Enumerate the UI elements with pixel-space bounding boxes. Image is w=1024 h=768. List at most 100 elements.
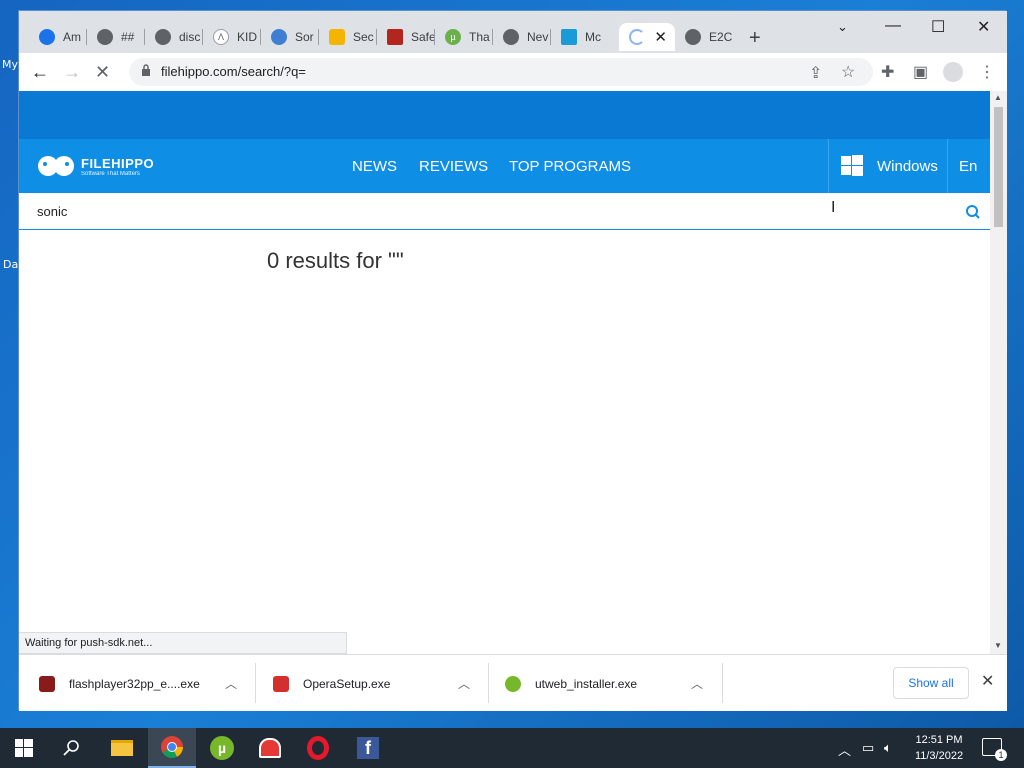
lock-icon — [142, 64, 150, 76]
network-icon[interactable]: ▭ — [862, 740, 874, 756]
nav-news[interactable]: NEWS — [352, 158, 397, 175]
desktop-icon-label[interactable]: Da — [3, 258, 18, 271]
tab-active[interactable]: ✕ — [619, 23, 675, 51]
close-shelf-icon[interactable]: ✕ — [981, 671, 994, 691]
chrome-icon — [161, 736, 183, 758]
browser-window: Am ## disc Λ KID Sor Sec Safe µ Tha Nev Mc… — [18, 10, 1007, 712]
tab-title: KID — [237, 30, 258, 44]
nav-reviews[interactable]: REVIEWS — [419, 158, 488, 175]
bookmark-star-icon[interactable]: ☆ — [841, 62, 855, 82]
windows-start-icon — [15, 739, 33, 757]
tab-favicon-icon — [39, 29, 55, 45]
globe-icon — [155, 29, 171, 45]
installer-taskbar-button[interactable] — [246, 728, 294, 768]
close-window-button[interactable]: ✕ — [977, 17, 990, 37]
share-icon[interactable]: ⇪ — [809, 63, 822, 83]
utorrent-file-icon — [505, 675, 521, 692]
notification-center-icon[interactable]: 1 — [982, 738, 1007, 761]
utorrent-taskbar-button[interactable]: µ — [198, 728, 246, 768]
download-item[interactable]: flashplayer32pp_e....exe ︿ — [39, 655, 254, 712]
forward-button[interactable]: → — [63, 62, 81, 83]
tab[interactable]: Am — [29, 23, 87, 51]
site-header: FILEHIPPO Software That Matters NEWS REV… — [19, 139, 990, 193]
chevron-up-icon[interactable]: ︿ — [691, 675, 703, 692]
search-icon[interactable] — [965, 204, 981, 220]
ad-band — [19, 91, 990, 139]
chevron-up-icon[interactable]: ︿ — [225, 675, 237, 692]
stop-loading-button[interactable]: ✕ — [95, 62, 110, 83]
opera-taskbar-button[interactable] — [294, 728, 342, 768]
scrollbar-thumb[interactable] — [994, 107, 1003, 227]
tab[interactable]: Safe — [377, 23, 435, 51]
hippo-logo-icon — [38, 156, 74, 176]
browser-toolbar: ← → ✕ filehippo.com/search/?q= ⇪ ☆ ✚ ▣ ⋮ — [19, 53, 1007, 91]
download-item[interactable]: utweb_installer.exe ︿ — [505, 655, 720, 712]
text-cursor-icon: I — [831, 199, 836, 216]
globe-icon — [685, 29, 701, 45]
tab-title: Safe — [411, 30, 435, 44]
folder-icon — [111, 740, 133, 756]
show-all-downloads-button[interactable]: Show all — [893, 667, 969, 699]
tab[interactable]: Sor — [261, 23, 319, 51]
tab-search-chevron-icon[interactable]: ⌄ — [837, 19, 848, 35]
tab-title: Mc — [585, 30, 601, 44]
scroll-down-arrow-icon[interactable]: ▼ — [994, 641, 1002, 650]
tab[interactable]: ## — [87, 23, 145, 51]
download-filename: utweb_installer.exe — [535, 676, 638, 691]
back-button[interactable]: ← — [31, 62, 49, 83]
minimize-button[interactable]: — — [885, 17, 901, 35]
search-input[interactable]: sonic — [37, 204, 67, 219]
scroll-up-arrow-icon[interactable]: ▲ — [994, 93, 1002, 102]
loading-spinner-icon — [629, 29, 645, 45]
tab-favicon-icon — [561, 29, 577, 45]
notification-count-badge: 1 — [995, 749, 1007, 761]
file-explorer-button[interactable] — [98, 728, 146, 768]
language-selector[interactable]: En — [959, 158, 977, 175]
tab[interactable]: µ Tha — [435, 23, 493, 51]
globe-icon — [97, 29, 113, 45]
tab[interactable]: Mc — [551, 23, 609, 51]
vertical-scrollbar[interactable]: ▲ ▼ — [990, 91, 1007, 654]
utorrent-icon: µ — [445, 29, 461, 45]
url-text[interactable]: filehippo.com/search/?q= — [161, 64, 306, 79]
extensions-puzzle-icon[interactable]: ✚ — [881, 62, 894, 82]
filehippo-logo[interactable]: FILEHIPPO Software That Matters — [37, 151, 154, 181]
chrome-taskbar-button[interactable] — [148, 728, 196, 768]
search-bar[interactable]: sonic — [19, 193, 990, 230]
system-clock[interactable]: 12:51 PM 11/3/2022 — [906, 732, 972, 764]
os-selector[interactable]: Windows — [877, 158, 938, 175]
profile-avatar[interactable] — [943, 62, 963, 82]
tab[interactable]: Nev — [493, 23, 551, 51]
tab-favicon-icon — [271, 29, 287, 45]
tray-overflow-chevron-icon[interactable]: ︿ — [838, 740, 851, 759]
download-filename: flashplayer32pp_e....exe — [69, 676, 200, 691]
search-button[interactable] — [48, 728, 96, 768]
volume-icon[interactable]: 🔈︎ — [884, 740, 892, 756]
tab[interactable]: Sec — [319, 23, 377, 51]
tab-title: E2C — [709, 30, 733, 44]
tab-title: Sec — [353, 30, 374, 44]
close-tab-icon[interactable]: ✕ — [654, 28, 667, 46]
tab-title: Tha — [469, 30, 490, 44]
nav-top-programs[interactable]: TOP PROGRAMS — [509, 158, 631, 175]
search-icon — [63, 740, 79, 756]
download-item[interactable]: OperaSetup.exe ︿ — [273, 655, 488, 712]
status-bubble: Waiting for push-sdk.net... — [19, 632, 347, 654]
chevron-up-icon[interactable]: ︿ — [458, 675, 470, 692]
address-bar[interactable]: filehippo.com/search/?q= ⇪ ☆ — [129, 58, 873, 86]
desktop-icon-label[interactable]: My — [2, 58, 18, 71]
clock-time: 12:51 PM — [915, 734, 963, 746]
logo-name: FILEHIPPO — [81, 155, 155, 171]
menu-dots-icon[interactable]: ⋮ — [979, 62, 995, 82]
tab[interactable]: disc — [145, 23, 203, 51]
facebook-taskbar-button[interactable]: f — [344, 728, 392, 768]
tab-title: ## — [121, 30, 135, 44]
start-button[interactable] — [0, 728, 48, 768]
side-panel-icon[interactable]: ▣ — [913, 62, 928, 82]
lock-icon — [329, 29, 345, 45]
maximize-button[interactable]: ☐ — [931, 17, 945, 37]
tab[interactable]: Λ KID — [203, 23, 261, 51]
new-tab-button[interactable]: + — [749, 27, 761, 50]
tab-title: disc — [179, 30, 201, 44]
tab[interactable]: E2C — [675, 23, 733, 51]
